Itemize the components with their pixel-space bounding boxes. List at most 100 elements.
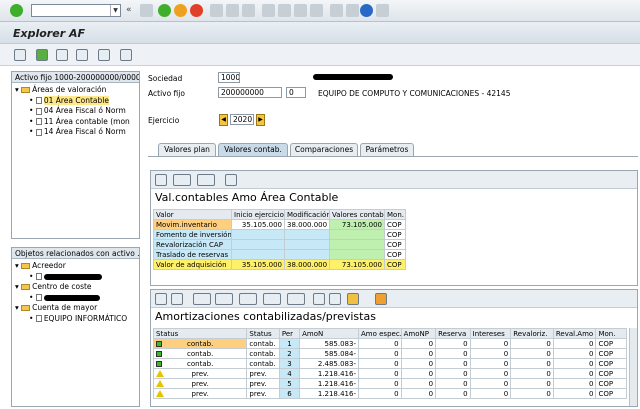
activo-field[interactable]: 200000000 (218, 87, 282, 98)
tree-item-area-04[interactable]: • 04 Área Fiscal ó Norm (15, 106, 139, 117)
column-header: Reserva (435, 328, 471, 339)
tree-item-label: 14 Área Fiscal ó Norm (43, 127, 126, 136)
table-cell: 2 (278, 348, 301, 359)
page-title: Explorer AF (13, 27, 85, 40)
table-row[interactable]: prev. prev. 4 1.218.416- 0 0 0 0 0 0 COP (152, 368, 627, 379)
cancel-icon[interactable] (190, 4, 203, 17)
tree-item-area-11[interactable]: • 11 Área contable (mon (15, 117, 139, 128)
chevron-down-icon[interactable]: ▼ (110, 5, 120, 16)
ejercicio-field[interactable]: 2020 (230, 114, 254, 125)
first-page-icon[interactable] (262, 4, 275, 17)
tab-comparaciones[interactable]: Comparaciones (290, 143, 358, 156)
table-cell (231, 229, 285, 240)
folder-icon (21, 305, 31, 311)
help-icon[interactable] (360, 4, 373, 17)
table-header-row: Status Status Per AmoN Amo espec. AmoNP … (152, 328, 627, 339)
previous-page-icon[interactable] (278, 4, 291, 17)
table-row[interactable]: contab. contab. 1 585.083- 0 0 0 0 0 0 C… (152, 338, 627, 349)
info-icon[interactable] (225, 174, 237, 186)
tree-node-label: Áreas de valoración (32, 85, 107, 94)
print-icon[interactable] (210, 4, 223, 17)
exit-icon[interactable] (174, 4, 187, 17)
views-icon[interactable] (347, 293, 359, 305)
table-cell: COP (595, 388, 627, 399)
vertical-scrollbar[interactable] (629, 328, 637, 406)
table-header-row: Valor Inicio ejercicio Modificación Valo… (153, 209, 406, 220)
command-field[interactable]: ▼ (31, 4, 121, 17)
graphic-icon[interactable] (329, 293, 341, 305)
table-row[interactable]: Movim.inventario 35.105.000 38.000.000 7… (153, 219, 406, 230)
table-cell: 2.485.083- (299, 358, 359, 369)
tab-valores-plan[interactable]: Valores plan (158, 143, 216, 156)
tree-item-gl-account[interactable]: • EQUIPO INFORMÁTICO (15, 314, 139, 325)
tree-node-centro[interactable]: ▾ Centro de coste (15, 282, 139, 293)
details-icon[interactable] (155, 174, 167, 186)
table-row[interactable]: Fomento de inversión COP (153, 229, 406, 240)
sociedad-field[interactable]: 1000 (218, 72, 240, 83)
tree-item-area-14[interactable]: • 14 Área Fiscal ó Norm (15, 127, 139, 138)
tree-node-acreedor[interactable]: ▾ Acreedor (15, 261, 139, 272)
table-cell: Fomento de inversión (153, 229, 232, 240)
table-cell: 0 (358, 388, 402, 399)
enter-icon[interactable] (10, 4, 23, 17)
export-icon[interactable] (263, 293, 281, 305)
next-page-icon[interactable] (294, 4, 307, 17)
next-year-button[interactable]: ▶ (256, 114, 265, 126)
table-row[interactable]: Revalorización CAP COP (153, 239, 406, 250)
transactions-icon[interactable] (120, 49, 132, 61)
back-icon[interactable] (158, 4, 171, 17)
sort-icon[interactable] (173, 174, 191, 186)
table-cell: 0 (469, 378, 512, 389)
display-icon[interactable] (36, 49, 48, 61)
table-cell: 0 (435, 338, 471, 349)
table-row[interactable]: contab. contab. 2 585.084- 0 0 0 0 0 0 C… (152, 348, 627, 359)
table-row[interactable]: prev. prev. 6 1.218.416- 0 0 0 0 0 0 COP (152, 388, 627, 399)
folder-icon (21, 263, 31, 269)
sort-ascending-icon[interactable] (171, 293, 183, 305)
tree-node-cuenta[interactable]: ▾ Cuenta de mayor (15, 303, 139, 314)
filter-icon[interactable] (193, 293, 211, 305)
asset-tree-panel: Activo fijo 1000-200000000/0000 ▾ Áreas … (11, 71, 140, 239)
info-icon[interactable] (313, 293, 325, 305)
tree-item-cost-center[interactable]: • (15, 293, 139, 304)
table-cell: COP (595, 368, 627, 379)
status-text: prev. (191, 369, 209, 378)
table-cell: 585.083- (299, 338, 359, 349)
shortcut-icon[interactable] (346, 4, 359, 17)
change-icon[interactable] (56, 49, 68, 61)
tab-parametros[interactable]: Parámetros (360, 143, 414, 156)
find-next-icon[interactable] (242, 4, 255, 17)
find-icon[interactable] (226, 4, 239, 17)
refresh-icon[interactable] (14, 49, 26, 61)
table-row[interactable]: prev. prev. 5 1.218.416- 0 0 0 0 0 0 COP (152, 378, 627, 389)
table-row[interactable]: Valor de adquisición 35.105.000 38.000.0… (153, 259, 406, 270)
assets-icon[interactable] (76, 49, 88, 61)
print-list-icon[interactable] (239, 293, 257, 305)
last-page-icon[interactable] (310, 4, 323, 17)
previous-year-button[interactable]: ◀ (219, 114, 228, 126)
save-icon[interactable] (140, 4, 153, 17)
sum-icon[interactable] (215, 293, 233, 305)
table-cell: 0 (510, 388, 554, 399)
table-row[interactable]: Traslado de reservas COP (153, 249, 406, 260)
export-icon[interactable] (197, 174, 215, 186)
back-arrows-icon[interactable]: « (126, 4, 139, 17)
table-row[interactable]: contab. contab. 3 2.485.083- 0 0 0 0 0 0… (152, 358, 627, 369)
table-cell: 35.105.000 (231, 259, 285, 270)
status-cell: prev. (152, 368, 248, 379)
tree-node-areas[interactable]: ▾ Áreas de valoración (15, 85, 139, 96)
column-header: Intereses (469, 328, 512, 339)
list-icon[interactable] (98, 49, 110, 61)
layout-icon[interactable] (376, 4, 389, 17)
export-spreadsheet-icon[interactable] (375, 293, 387, 305)
subnumero-field[interactable]: 0 (286, 87, 306, 98)
tree-item-area-01[interactable]: • 01 Área Contable (15, 95, 139, 107)
tab-valores-contab[interactable]: Valores contab. (218, 143, 288, 156)
status-text: contab. (187, 339, 214, 348)
layout-icon[interactable] (287, 293, 305, 305)
details-icon[interactable] (155, 293, 167, 305)
posted-status-icon (156, 361, 162, 367)
tree-item-label: 11 Área contable (mon (43, 116, 130, 126)
tree-item-vendor[interactable]: • (15, 272, 139, 283)
new-session-icon[interactable] (330, 4, 343, 17)
